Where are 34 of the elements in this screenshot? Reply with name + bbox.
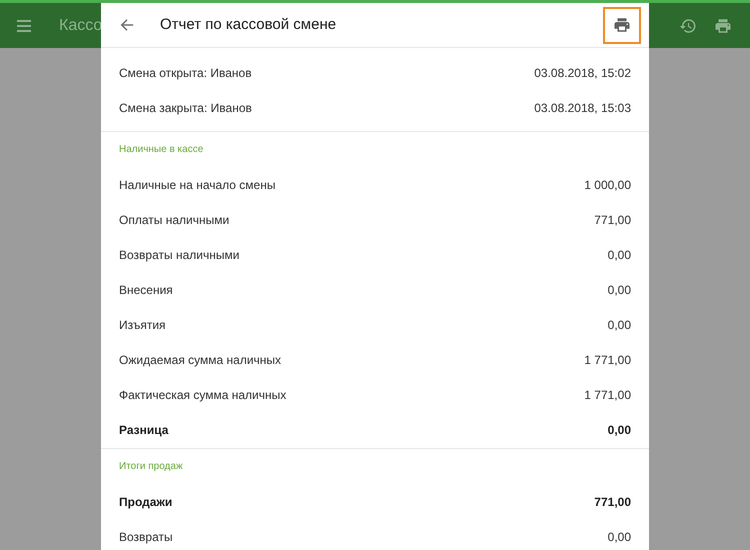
row-label: Продажи — [119, 494, 172, 510]
history-icon[interactable] — [679, 16, 697, 34]
row-label: Смена открыта: Иванов — [119, 64, 252, 82]
row-label: Смена закрыта: Иванов — [119, 100, 252, 116]
row-label: Изъятия — [119, 316, 166, 334]
row-label: Фактическая сумма наличных — [119, 386, 286, 404]
row-label: Возвраты наличными — [119, 246, 240, 264]
row-label: Внесения — [119, 282, 173, 298]
back-icon[interactable] — [120, 18, 134, 32]
row-value: 03.08.2018, 15:02 — [534, 64, 631, 82]
dialog-title: Отчет по кассовой смене — [160, 14, 336, 35]
app-title: Кассо — [59, 16, 102, 36]
row-label: Оплаты наличными — [119, 212, 230, 228]
row-value: 0,00 — [608, 246, 631, 264]
print-button[interactable] — [603, 6, 641, 44]
row-value: 771,00 — [594, 212, 631, 228]
section-heading: Итоги продаж — [119, 460, 183, 474]
row-value: 771,00 — [594, 494, 631, 510]
row-value: 0,00 — [608, 422, 631, 438]
row-value: 0,00 — [608, 282, 631, 298]
menu-icon[interactable] — [17, 20, 31, 32]
row-label: Возвраты — [119, 528, 173, 546]
print-icon — [613, 16, 631, 34]
row-value: 03.08.2018, 15:03 — [534, 100, 631, 116]
row-label: Разница — [119, 422, 168, 438]
row-value: 0,00 — [608, 316, 631, 334]
row-label: Наличные на начало смены — [119, 176, 276, 194]
row-value: 1 771,00 — [584, 352, 631, 368]
section-heading: Наличные в кассе — [119, 143, 204, 157]
row-value: 1 771,00 — [584, 386, 631, 404]
row-value: 1 000,00 — [584, 176, 631, 194]
row-value: 0,00 — [608, 528, 631, 546]
print-icon[interactable] — [714, 16, 732, 34]
row-label: Ожидаемая сумма наличных — [119, 352, 282, 368]
